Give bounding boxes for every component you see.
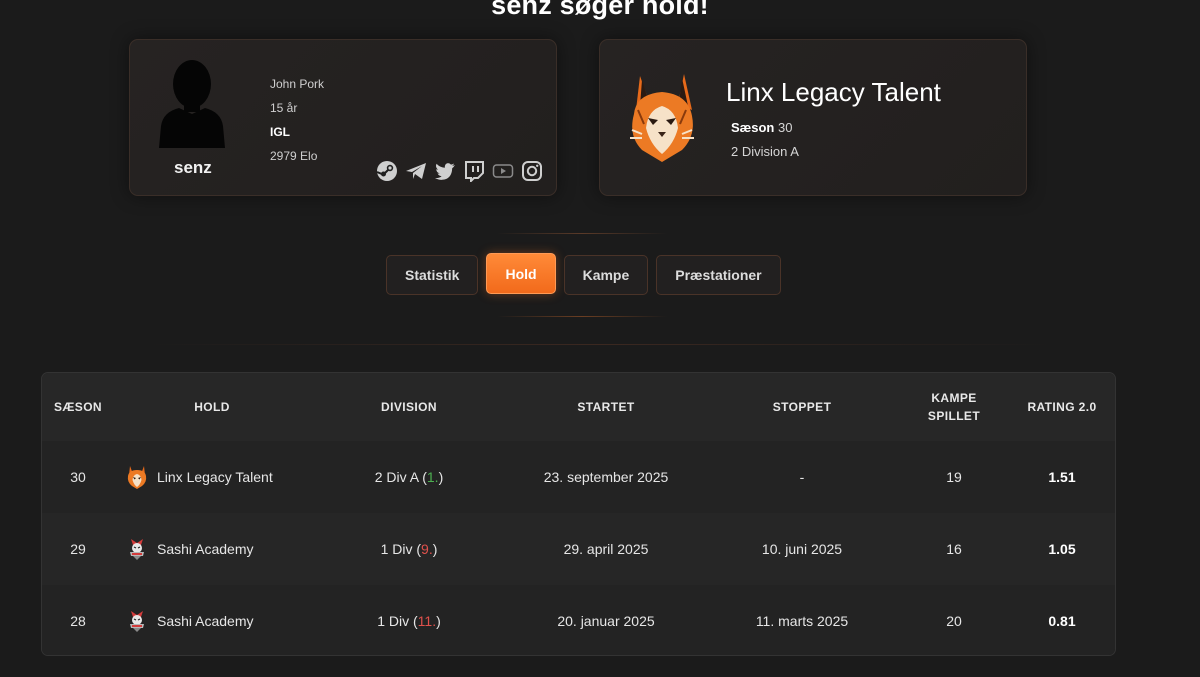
team-name[interactable]: Linx Legacy Talent [157, 469, 273, 485]
divider [150, 344, 1050, 345]
twitter-icon[interactable] [434, 160, 456, 182]
lynx-logo-icon [127, 466, 147, 489]
current-team-card[interactable]: Linx Legacy Talent Sæson 30 2 Division A [599, 39, 1027, 196]
started-cell: 23. september 2025 [543, 469, 669, 485]
team-name[interactable]: Linx Legacy Talent [726, 77, 941, 108]
matches-cell: 16 [946, 541, 962, 557]
player-name: senz [174, 158, 212, 177]
telegram-icon[interactable] [405, 160, 427, 182]
steam-icon[interactable] [376, 160, 398, 182]
season-cell: 29 [70, 541, 86, 557]
column-header-stopped[interactable]: STOPPET [742, 373, 862, 441]
team-name[interactable]: Sashi Academy [157, 613, 254, 629]
table-row[interactable]: 29 Sashi Academy 1 Div (9.) 29. april 20… [42, 513, 1115, 585]
youtube-icon[interactable] [492, 160, 514, 182]
divider [497, 233, 667, 234]
matches-cell: 20 [946, 613, 962, 629]
player-card: senz John Pork 15 år IGL 2979 Elo [129, 39, 557, 196]
samurai-logo-icon [130, 611, 144, 632]
season-cell: 28 [70, 613, 86, 629]
avatar [159, 60, 225, 148]
rating-cell: 1.51 [1048, 469, 1076, 485]
page-title: senz søger hold! [491, 0, 709, 20]
player-role: IGL [270, 125, 290, 139]
tab-statistik[interactable]: Statistik [386, 255, 479, 295]
team-season: Sæson 30 [731, 120, 793, 135]
social-links [376, 160, 543, 182]
matches-cell: 19 [946, 469, 962, 485]
player-age: 15 år [270, 101, 298, 115]
tab-praestationer[interactable]: Præstationer [656, 255, 781, 295]
table-header: SÆSON HOLD DIVISION STARTET STOPPET KAMP… [42, 373, 1115, 442]
division-cell: 1 Div (9.) [380, 541, 438, 557]
table-row[interactable]: 30 Linx Legacy Talent 2 Div A (1.) 23. s… [42, 441, 1115, 513]
column-header-division[interactable]: DIVISION [349, 373, 469, 441]
player-elo: 2979 Elo [270, 149, 318, 163]
divider [497, 316, 667, 317]
team-cell[interactable]: Linx Legacy Talent [126, 441, 356, 513]
league-position: 9. [421, 541, 433, 557]
instagram-icon[interactable] [521, 160, 543, 182]
stopped-cell: - [799, 469, 805, 485]
team-cell[interactable]: Sashi Academy [126, 585, 356, 655]
division-cell: 1 Div (11.) [377, 613, 441, 629]
player-real-name: John Pork [270, 77, 325, 91]
league-position: 1. [426, 469, 439, 485]
started-cell: 29. april 2025 [563, 541, 649, 557]
rating-cell: 1.05 [1048, 541, 1076, 557]
lynx-logo-icon [630, 74, 694, 162]
rating-cell: 0.81 [1048, 613, 1076, 629]
tab-hold[interactable]: Hold [486, 253, 556, 294]
column-header-team[interactable]: HOLD [152, 373, 272, 441]
twitch-icon[interactable] [463, 160, 485, 182]
team-name[interactable]: Sashi Academy [157, 541, 254, 557]
column-header-season[interactable]: SÆSON [42, 373, 114, 441]
profile-tabs: Statistik Hold Kampe Præstationer [386, 253, 781, 295]
stopped-cell: 11. marts 2025 [755, 613, 849, 629]
league-position: 11. [417, 613, 437, 629]
division-cell: 2 Div A (1.) [374, 469, 444, 485]
table-row[interactable]: 28 Sashi Academy 1 Div (11.) 20. januar … [42, 585, 1115, 655]
team-history-table: SÆSON HOLD DIVISION STARTET STOPPET KAMP… [41, 372, 1116, 656]
column-header-matches[interactable]: KAMPE SPILLET [904, 373, 1004, 441]
stopped-cell: 10. juni 2025 [761, 541, 843, 557]
team-division: 2 Division A [731, 144, 799, 159]
tab-kampe[interactable]: Kampe [563, 255, 649, 295]
team-cell[interactable]: Sashi Academy [126, 513, 356, 585]
column-header-started[interactable]: STARTET [546, 373, 666, 441]
samurai-logo-icon [130, 539, 144, 560]
season-cell: 30 [70, 469, 86, 485]
started-cell: 20. januar 2025 [557, 613, 655, 629]
column-header-rating[interactable]: RATING 2.0 [1012, 373, 1112, 441]
